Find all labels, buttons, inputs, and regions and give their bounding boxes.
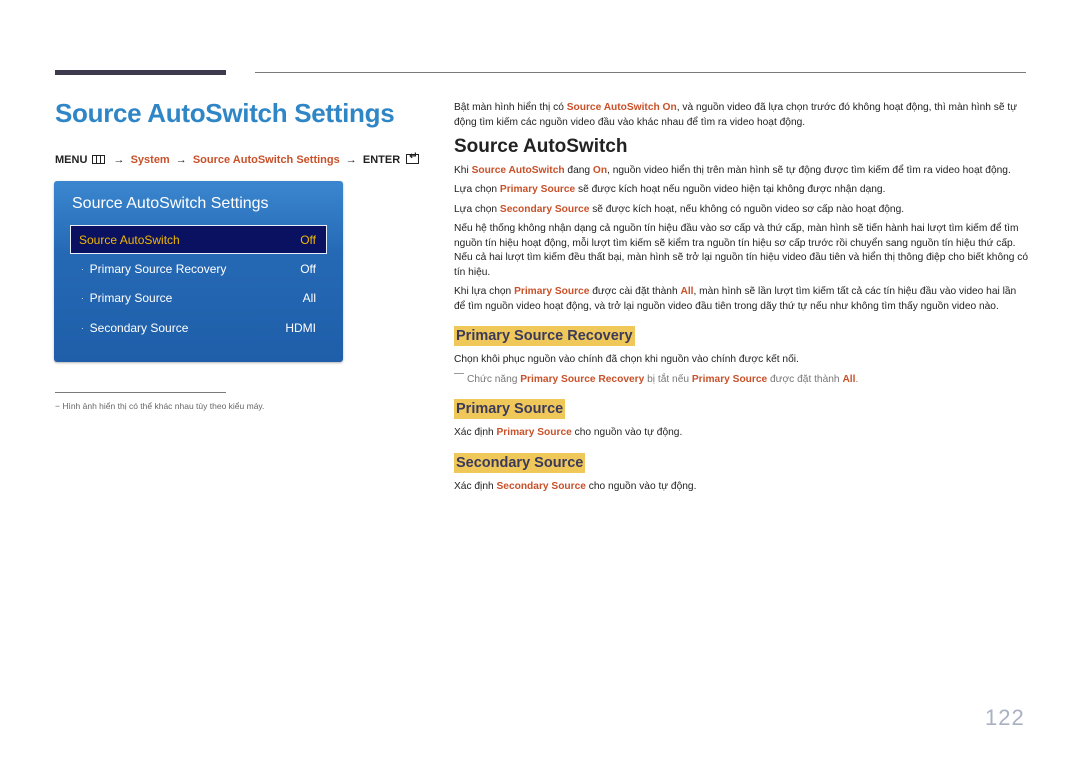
- paragraph: Chọn khôi phục nguồn vào chính đã chọn k…: [454, 354, 799, 365]
- osd-title: Source AutoSwitch Settings: [72, 195, 269, 212]
- page-title: Source AutoSwitch Settings: [55, 98, 395, 128]
- text: bị tắt nếu: [644, 373, 692, 385]
- highlight: On: [592, 164, 608, 176]
- enter-label: ENTER: [362, 154, 401, 166]
- paragraph: Lựa chọn Secondary Source sẽ được kích h…: [454, 203, 1029, 218]
- osd-row-label: Secondary Source: [89, 321, 189, 335]
- osd-row-secondary-source[interactable]: · Secondary Source HDMI: [71, 315, 326, 341]
- enter-icon: [406, 151, 420, 164]
- osd-row-primary-source[interactable]: · Primary Source All: [71, 285, 326, 311]
- paragraph: Khi lựa chọn Primary Source được cài đặt…: [454, 285, 1029, 314]
- highlight: Primary Source: [496, 427, 572, 438]
- text: Chức năng: [467, 373, 521, 385]
- header-bar-thick: [55, 70, 226, 75]
- osd-row-value: HDMI: [285, 321, 316, 335]
- highlight: Primary Source: [691, 373, 768, 385]
- paragraph: Khi Source AutoSwitch đang On, nguồn vid…: [454, 164, 1029, 179]
- text: Lựa chọn: [454, 203, 500, 215]
- text: Khi lựa chọn: [454, 286, 515, 297]
- highlight: Source AutoSwitch On: [566, 102, 677, 113]
- highlight: Primary Source: [499, 184, 576, 195]
- note: Chức năng Primary Source Recovery bị tắt…: [454, 372, 1029, 388]
- arrow-icon: →: [175, 154, 187, 166]
- osd-row-label: Primary Source: [89, 291, 173, 305]
- section-heading-secondary-source: Secondary Source: [454, 452, 586, 473]
- text: Khi: [454, 164, 472, 176]
- osd-row-value: Off: [300, 232, 316, 247]
- section-heading-primary-source-recovery: Primary Source Recovery: [454, 326, 635, 346]
- highlight: Primary Source: [514, 286, 590, 297]
- text: .: [855, 373, 859, 385]
- osd-row-label: Primary Source Recovery: [89, 262, 227, 276]
- osd-row-value: Off: [300, 262, 316, 276]
- text: cho nguồn vào tự động.: [571, 427, 683, 438]
- highlight: Secondary Source: [496, 480, 586, 492]
- breadcrumb-system: System: [130, 154, 170, 166]
- text: đang: [564, 164, 593, 176]
- highlight: Primary Source Recovery: [520, 373, 645, 385]
- arrow-icon: →: [345, 154, 357, 166]
- text: , nguồn video hiển thị trên màn hình sẽ …: [607, 164, 1011, 176]
- arrow-icon: →: [113, 154, 125, 166]
- breadcrumb-settings: Source AutoSwitch Settings: [192, 154, 340, 166]
- text: Xác định: [454, 427, 497, 438]
- footnote: − Hình ảnh hiển thị có thể khác nhau tùy…: [55, 401, 265, 411]
- osd-row-label: Source AutoSwitch: [79, 232, 180, 247]
- text: Bật màn hình hiển thị có: [454, 102, 567, 113]
- text: cho nguồn vào tự động.: [585, 480, 697, 492]
- menu-icon: [92, 155, 106, 164]
- paragraph: Xác định Secondary Source cho nguồn vào …: [454, 480, 1029, 495]
- note-icon: [454, 372, 464, 374]
- menu-path-breadcrumb: MENU → System → Source AutoSwitch Settin…: [55, 151, 420, 166]
- osd-row-source-autoswitch[interactable]: Source AutoSwitch Off: [70, 225, 327, 254]
- section-heading-primary-source: Primary Source: [454, 399, 566, 419]
- header-rule: [255, 72, 1026, 73]
- menu-label: MENU: [55, 154, 88, 166]
- text: được đặt thành: [767, 373, 843, 385]
- osd-row-value: All: [302, 291, 316, 305]
- page-number: 122: [985, 705, 1025, 730]
- intro-paragraph: Bật màn hình hiển thị có Source AutoSwit…: [454, 101, 1029, 130]
- content-column: Bật màn hình hiển thị có Source AutoSwit…: [454, 101, 1029, 499]
- highlight: All: [842, 373, 856, 385]
- footnote-rule: [55, 392, 226, 393]
- osd-menu-panel: Source AutoSwitch Settings Source AutoSw…: [54, 181, 343, 362]
- paragraph: Nếu hệ thống không nhận dạng cả nguồn tí…: [454, 223, 1029, 278]
- text: Xác định: [454, 480, 497, 492]
- text: sẽ được kích hoạt, nếu không có nguồn vi…: [589, 203, 905, 215]
- highlight: All: [680, 286, 694, 297]
- paragraph: Lựa chọn Primary Source sẽ được kích hoạ…: [454, 183, 1029, 198]
- highlight: Source AutoSwitch: [471, 164, 565, 176]
- highlight: Secondary Source: [499, 203, 590, 215]
- section-heading-source-autoswitch: Source AutoSwitch: [454, 136, 628, 157]
- text: Lựa chọn: [454, 184, 500, 195]
- text: sẽ được kích hoạt nếu nguồn video hiện t…: [575, 184, 886, 195]
- text: được cài đặt thành: [589, 286, 681, 297]
- osd-row-primary-source-recovery[interactable]: · Primary Source Recovery Off: [71, 256, 326, 282]
- paragraph: Xác định Primary Source cho nguồn vào tự…: [454, 426, 1029, 441]
